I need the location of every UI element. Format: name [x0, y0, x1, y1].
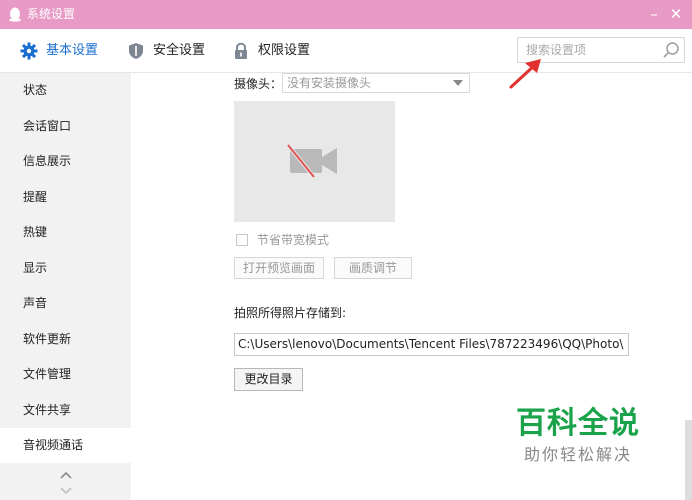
chevron-down-icon — [453, 80, 463, 86]
photo-save-label: 拍照所得照片存储到: — [234, 306, 347, 320]
tab-label: 基本设置 — [46, 43, 99, 58]
camera-off-icon — [287, 143, 337, 179]
gear-icon — [20, 42, 38, 60]
change-directory-button[interactable]: 更改目录 — [234, 368, 303, 391]
sidebar-item-chat-window[interactable]: 会话窗口 — [0, 109, 131, 144]
photo-path-field[interactable]: C:\Users\lenovo\Documents\Tencent Files\… — [234, 333, 629, 356]
sidebar-item-reminder[interactable]: 提醒 — [0, 180, 131, 215]
bandwidth-saving-checkbox[interactable] — [236, 234, 248, 246]
title-bar: 系统设置 – ✕ — [0, 0, 692, 29]
sidebar-item-info-display[interactable]: 信息展示 — [0, 144, 131, 179]
open-preview-button[interactable]: 打开预览画面 — [234, 257, 324, 279]
tab-label: 安全设置 — [153, 43, 206, 58]
camera-select[interactable]: 没有安装摄像头 — [282, 73, 470, 93]
sidebar-item-file-sharing[interactable]: 文件共享 — [0, 393, 131, 428]
close-button[interactable]: ✕ — [666, 4, 686, 24]
sidebar: 状态 会话窗口 信息展示 提醒 热键 显示 声音 软件更新 文件管理 文件共享 … — [0, 73, 131, 500]
tab-basic-settings[interactable]: 基本设置 — [20, 40, 98, 62]
sidebar-item-file-management[interactable]: 文件管理 — [0, 357, 131, 392]
watermark-text: 百科全说 — [516, 406, 640, 441]
quality-adjust-button[interactable]: 画质调节 — [334, 257, 412, 279]
camera-select-value: 没有安装摄像头 — [287, 76, 372, 90]
tab-permission-settings[interactable]: 权限设置 — [232, 40, 310, 62]
sidebar-item-hotkeys[interactable]: 热键 — [0, 215, 131, 250]
annotation-arrow-icon — [509, 59, 541, 89]
watermark-subtext: 助你轻松解决 — [524, 445, 633, 464]
sidebar-item-display[interactable]: 显示 — [0, 251, 131, 286]
lock-icon — [235, 42, 247, 59]
sidebar-item-sound[interactable]: 声音 — [0, 286, 131, 321]
window-title: 系统设置 — [27, 7, 76, 21]
search-icon[interactable] — [662, 41, 680, 59]
tab-label: 权限设置 — [258, 43, 311, 58]
settings-tabbar: 基本设置 安全设置 权限设置 — [0, 29, 692, 73]
camera-preview — [234, 101, 395, 222]
tab-security-settings[interactable]: 安全设置 — [127, 40, 205, 62]
minimize-button[interactable]: – — [644, 4, 664, 24]
bandwidth-saving-row: 节省带宽模式 — [236, 232, 329, 248]
sidebar-item-software-update[interactable]: 软件更新 — [0, 322, 131, 357]
sidebar-item-status[interactable]: 状态 — [0, 73, 131, 108]
bandwidth-saving-label: 节省带宽模式 — [257, 233, 330, 247]
qq-penguin-icon — [9, 7, 21, 22]
sidebar-scroll-up-icon[interactable] — [58, 468, 74, 482]
content-scrollbar-thumb[interactable] — [685, 420, 692, 500]
camera-label: 摄像头： — [234, 77, 283, 91]
shield-icon — [129, 43, 143, 59]
sidebar-item-av-call[interactable]: 音视频通话 — [0, 428, 131, 463]
sidebar-scroll-down-icon[interactable] — [58, 484, 74, 498]
